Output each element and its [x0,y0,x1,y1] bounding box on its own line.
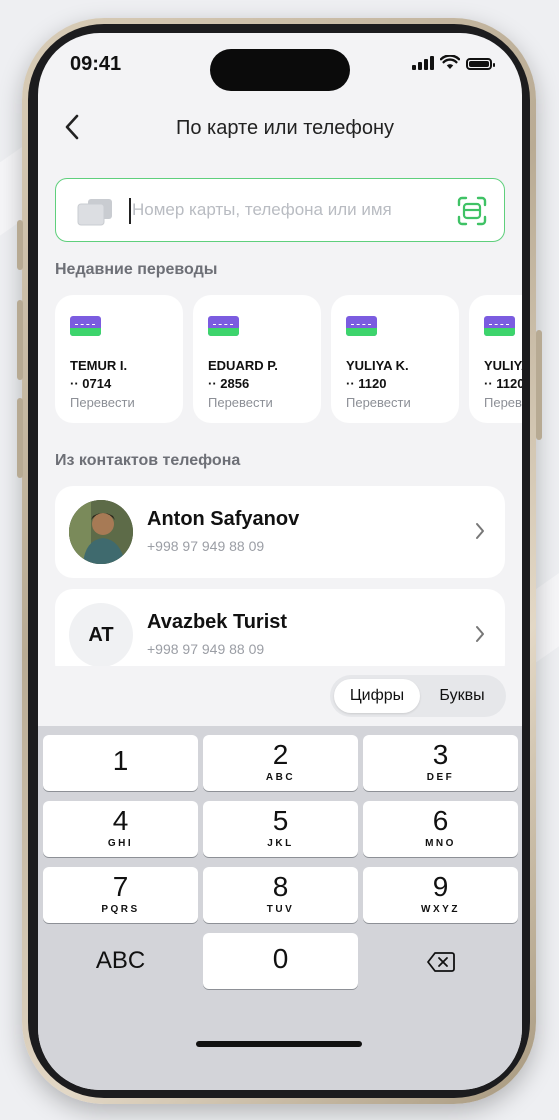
card-number: ·· 0714 [70,376,112,391]
transfer-action: Перевести [70,395,135,410]
phone-side-button [17,300,23,380]
recipient-name: TEMUR I. [70,358,128,373]
backspace-icon [426,951,455,972]
backspace-key[interactable] [363,933,518,989]
dynamic-island [210,49,350,91]
bank-card-icon [70,316,101,336]
battery-icon [466,58,495,70]
recent-transfer-card[interactable]: EDUARD P. ·· 2856 Перевести [193,295,321,423]
numeric-keyboard: Цифры Буквы 1 2 ABC 3 DEF 4 GHI 5 JKL 6 MNO 7… [38,666,522,1090]
contact-phone: +998 97 949 88 09 [147,641,265,657]
keyboard-mode-switch: Цифры Буквы [330,675,506,717]
bank-card-icon [484,316,515,336]
transfer-action: Перевести [208,395,273,410]
search-field[interactable] [55,178,505,242]
home-indicator [196,1041,362,1047]
wifi-icon [440,55,460,69]
bank-card-icon [208,316,239,336]
signal-icon [412,56,434,70]
status-icons [412,55,495,70]
card-icon [77,199,112,226]
contact-name: Avazbek Turist [147,611,288,633]
card-number: ·· 1120 [484,376,522,391]
recent-transfers-list: TEMUR I. ·· 0714 Перевести EDUARD P. ·· … [55,295,522,425]
phone-side-button [17,220,23,270]
key-9[interactable]: 9 WXYZ [363,867,518,923]
screen: 09:41 По карте или телефону Недавние пер [38,33,522,1090]
recent-transfer-card[interactable]: TEMUR I. ·· 0714 Перевести [55,295,183,423]
recipient-name: EDUARD P. [208,358,278,373]
text-cursor [129,198,131,224]
key-6[interactable]: 6 MNO [363,801,518,857]
chevron-right-icon [476,523,484,539]
recent-transfer-card[interactable]: YULIYA K. ·· 1120 Перевести [469,295,522,423]
keyboard-toolbar: Цифры Буквы [38,666,522,726]
abc-key[interactable]: ABC [43,933,198,989]
key-1[interactable]: 1 [43,735,198,791]
bank-card-icon [346,316,377,336]
status-time: 09:41 [70,53,122,75]
contact-name: Anton Safyanov [147,508,300,530]
card-number: ·· 1120 [346,376,387,391]
contact-phone: +998 97 949 88 09 [147,538,265,554]
transfer-action: Перевести [346,395,411,410]
recipient-name: YULIYA K. [346,358,409,373]
key-5[interactable]: 5 JKL [203,801,358,857]
key-2[interactable]: 2 ABC [203,735,358,791]
contacts-heading: Из контактов телефона [55,452,241,469]
avatar-person-icon [69,500,133,564]
transfer-action: Перевести [484,395,522,410]
recent-transfer-card[interactable]: YULIYA K. ·· 1120 Перевести [331,295,459,423]
avatar [69,500,133,564]
phone-side-button [17,398,23,478]
key-4[interactable]: 4 GHI [43,801,198,857]
scan-card-icon[interactable] [456,195,488,227]
card-number: ·· 2856 [208,376,250,391]
mode-digits-tab[interactable]: Цифры [334,679,420,713]
recipient-name: YULIYA K. [484,358,522,373]
mode-letters-tab[interactable]: Буквы [422,679,502,713]
key-3[interactable]: 3 DEF [363,735,518,791]
phone-side-button [536,330,542,440]
key-8[interactable]: 8 TUV [203,867,358,923]
search-input[interactable] [132,193,442,227]
key-7[interactable]: 7 PQRS [43,867,198,923]
chevron-right-icon [476,626,484,642]
key-0[interactable]: 0 [203,933,358,989]
avatar-initials: AT [69,603,133,667]
contact-item[interactable]: Anton Safyanov +998 97 949 88 09 [55,486,505,578]
page-title: По карте или телефону [175,117,395,139]
recent-transfers-heading: Недавние переводы [55,261,218,278]
